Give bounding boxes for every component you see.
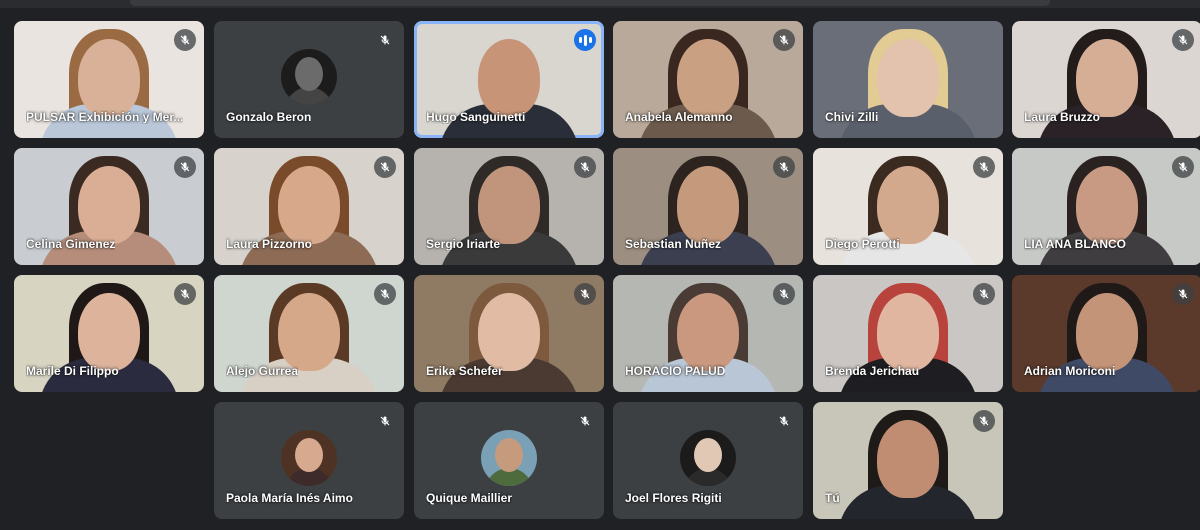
participant-video-face bbox=[877, 420, 939, 498]
participant-name: Diego Perotti bbox=[825, 237, 900, 251]
mic-off-icon bbox=[374, 156, 396, 178]
participant-video-face bbox=[677, 293, 739, 371]
mic-off-icon bbox=[574, 410, 596, 432]
avatar-face bbox=[295, 57, 323, 91]
participant-name: Gonzalo Beron bbox=[226, 110, 312, 124]
participant-tile[interactable]: HORACIO PALUD bbox=[613, 275, 803, 392]
participant-name: PULSAR Exhibición y Mer... bbox=[26, 110, 184, 124]
participant-tile[interactable]: Tú bbox=[813, 402, 1003, 519]
mic-off-icon bbox=[374, 410, 396, 432]
mic-off-icon bbox=[773, 283, 795, 305]
participant-video-face bbox=[478, 293, 540, 371]
participant-tile[interactable]: LIA ANA BLANCO bbox=[1012, 148, 1200, 265]
participant-name: Sebastian Nuñez bbox=[625, 237, 722, 251]
mic-off-icon bbox=[174, 29, 196, 51]
mic-off-icon bbox=[1172, 283, 1194, 305]
participant-tile[interactable]: Paola María Inés Aimo bbox=[214, 402, 404, 519]
avatar-face bbox=[295, 438, 323, 472]
participant-video-face bbox=[877, 166, 939, 244]
participant-tile[interactable]: Brenda Jerichau bbox=[813, 275, 1003, 392]
participant-name: Hugo Sanguinetti bbox=[426, 110, 526, 124]
avatar bbox=[680, 430, 736, 486]
participant-tile[interactable]: Celina Gimenez bbox=[14, 148, 204, 265]
participant-tile[interactable]: Marile Di Filippo bbox=[14, 275, 204, 392]
participant-name: Brenda Jerichau bbox=[825, 364, 920, 378]
mic-off-icon bbox=[773, 156, 795, 178]
participant-tile[interactable]: Chivi Zilli bbox=[813, 21, 1003, 138]
mic-off-icon bbox=[374, 29, 396, 51]
participant-video-face bbox=[278, 166, 340, 244]
avatar-face bbox=[694, 438, 722, 472]
participant-name: Chivi Zilli bbox=[825, 110, 879, 124]
participant-name: Marile Di Filippo bbox=[26, 364, 119, 378]
mic-off-icon bbox=[374, 283, 396, 305]
participant-tile[interactable]: Anabela Alemanno bbox=[613, 21, 803, 138]
participant-tile[interactable]: PULSAR Exhibición y Mer... bbox=[14, 21, 204, 138]
participant-video-face bbox=[677, 166, 739, 244]
participant-tile[interactable]: Adrian Moriconi bbox=[1012, 275, 1200, 392]
avatar bbox=[281, 430, 337, 486]
mic-off-icon bbox=[174, 283, 196, 305]
participant-name: Erika Schefer bbox=[426, 364, 503, 378]
participant-tile[interactable]: Laura Pizzorno bbox=[214, 148, 404, 265]
participant-grid: PULSAR Exhibición y Mer... Gonzalo Beron H… bbox=[0, 0, 1200, 530]
participant-video-face bbox=[1076, 293, 1138, 371]
participant-video-face bbox=[78, 166, 140, 244]
participant-video-face bbox=[1076, 166, 1138, 244]
participant-tile[interactable]: Sergio Iriarte bbox=[414, 148, 604, 265]
participant-video-face bbox=[478, 166, 540, 244]
participant-tile[interactable]: Joel Flores Rigiti bbox=[613, 402, 803, 519]
participant-tile[interactable]: Quique Maillier bbox=[414, 402, 604, 519]
participant-video-face bbox=[677, 39, 739, 117]
participant-name: Joel Flores Rigiti bbox=[625, 491, 722, 505]
avatar bbox=[481, 430, 537, 486]
participant-tile[interactable]: Laura Bruzzo bbox=[1012, 21, 1200, 138]
participant-name: Sergio Iriarte bbox=[426, 237, 501, 251]
participant-name: Alejo Gurrea bbox=[226, 364, 299, 378]
mic-off-icon bbox=[574, 156, 596, 178]
mic-off-icon bbox=[1172, 156, 1194, 178]
participant-video-face bbox=[278, 293, 340, 371]
mic-off-icon bbox=[174, 156, 196, 178]
participant-name: HORACIO PALUD bbox=[625, 364, 726, 378]
participant-video-face bbox=[478, 39, 540, 117]
participant-video-face bbox=[877, 293, 939, 371]
participant-name: Anabela Alemanno bbox=[625, 110, 733, 124]
participant-tile[interactable]: Diego Perotti bbox=[813, 148, 1003, 265]
participant-video-face bbox=[1076, 39, 1138, 117]
participant-name: Tú bbox=[825, 491, 840, 505]
participant-name: Adrian Moriconi bbox=[1024, 364, 1116, 378]
participant-name: Laura Bruzzo bbox=[1024, 110, 1101, 124]
participant-tile[interactable]: Gonzalo Beron bbox=[214, 21, 404, 138]
participant-tile[interactable]: Erika Schefer bbox=[414, 275, 604, 392]
audio-level-icon bbox=[574, 29, 596, 51]
participant-tile[interactable]: Alejo Gurrea bbox=[214, 275, 404, 392]
mic-off-icon bbox=[773, 410, 795, 432]
mic-off-icon bbox=[973, 410, 995, 432]
participant-tile[interactable]: Sebastian Nuñez bbox=[613, 148, 803, 265]
mic-off-icon bbox=[574, 283, 596, 305]
avatar-face bbox=[495, 438, 523, 472]
participant-video-face bbox=[78, 39, 140, 117]
participant-video-face bbox=[877, 39, 939, 117]
participant-video-face bbox=[78, 293, 140, 371]
mic-off-icon bbox=[1172, 29, 1194, 51]
mic-off-icon bbox=[973, 156, 995, 178]
mic-off-icon bbox=[973, 283, 995, 305]
participant-name: LIA ANA BLANCO bbox=[1024, 237, 1126, 251]
participant-tile[interactable]: Hugo Sanguinetti bbox=[414, 21, 604, 138]
participant-name: Quique Maillier bbox=[426, 491, 513, 505]
participant-name: Paola María Inés Aimo bbox=[226, 491, 353, 505]
avatar bbox=[281, 49, 337, 105]
mic-off-icon bbox=[773, 29, 795, 51]
participant-name: Laura Pizzorno bbox=[226, 237, 313, 251]
participant-name: Celina Gimenez bbox=[26, 237, 116, 251]
